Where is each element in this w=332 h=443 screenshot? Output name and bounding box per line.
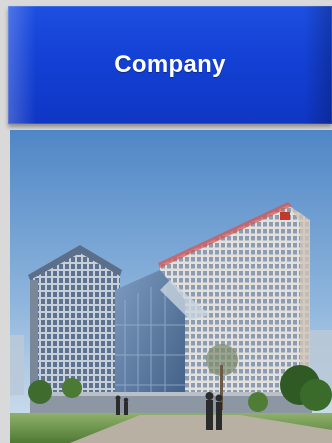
slide-frame: Company bbox=[0, 0, 332, 443]
building-illustration bbox=[10, 130, 332, 443]
banner-title: Company bbox=[114, 51, 226, 78]
company-banner[interactable]: Company bbox=[8, 6, 332, 124]
building-photo bbox=[10, 130, 332, 443]
